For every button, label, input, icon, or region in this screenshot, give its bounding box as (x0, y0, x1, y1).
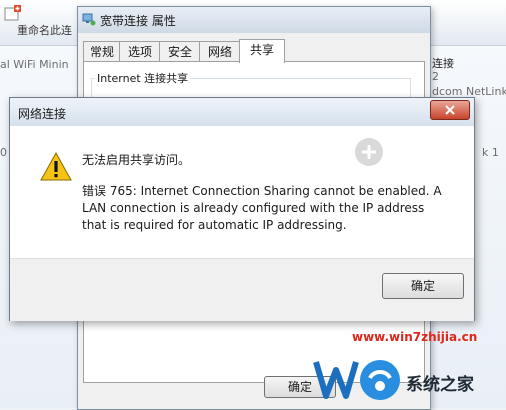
error-message-body: 错误 765: Internet Connection Sharing cann… (82, 184, 442, 232)
error-dialog: 网络连接 无法启用共享访问。 错误 765: Internet Connecti… (9, 97, 475, 321)
error-dialog-title-bar[interactable]: 网络连接 (10, 98, 474, 126)
error-dialog-footer: 确定 (10, 258, 474, 321)
network-folder-icon (4, 5, 21, 21)
right-label-1: 连接 (432, 57, 454, 70)
tab-security[interactable]: 安全 (159, 41, 201, 62)
watermark-name: 系统之家 (406, 375, 474, 395)
connection-icon (82, 13, 96, 26)
tab-network[interactable]: 网络 (199, 41, 241, 62)
properties-title: 宽带连接 属性 (100, 14, 176, 28)
tab-sharing[interactable]: 共享 (239, 39, 285, 63)
tab-general[interactable]: 常规 (83, 41, 121, 62)
close-button[interactable] (430, 100, 470, 120)
ics-group-label: Internet 连接共享 (95, 70, 191, 86)
tab-options[interactable]: 选项 (119, 41, 161, 62)
add-circle-icon (355, 138, 383, 166)
rename-command[interactable]: 重命名此连 (17, 22, 72, 38)
error-message-title: 无法启用共享访问。 (82, 153, 191, 167)
watermark: www.win7zhijia.cn 系统之家 (312, 330, 506, 408)
right-label-2: 2 (432, 70, 439, 83)
error-ok-button[interactable]: 确定 (382, 273, 464, 299)
left-label-2: 0 (0, 146, 7, 159)
warning-icon (40, 152, 72, 181)
right-label-4: k 1 (482, 146, 499, 159)
watermark-logo-icon (313, 360, 400, 400)
error-dialog-title: 网络连接 (18, 107, 67, 121)
properties-title-bar[interactable]: 宽带连接 属性 (78, 7, 430, 33)
watermark-url: www.win7zhijia.cn (352, 330, 478, 344)
left-label-1: al WiFi Minin (0, 58, 69, 71)
close-icon (445, 105, 455, 115)
